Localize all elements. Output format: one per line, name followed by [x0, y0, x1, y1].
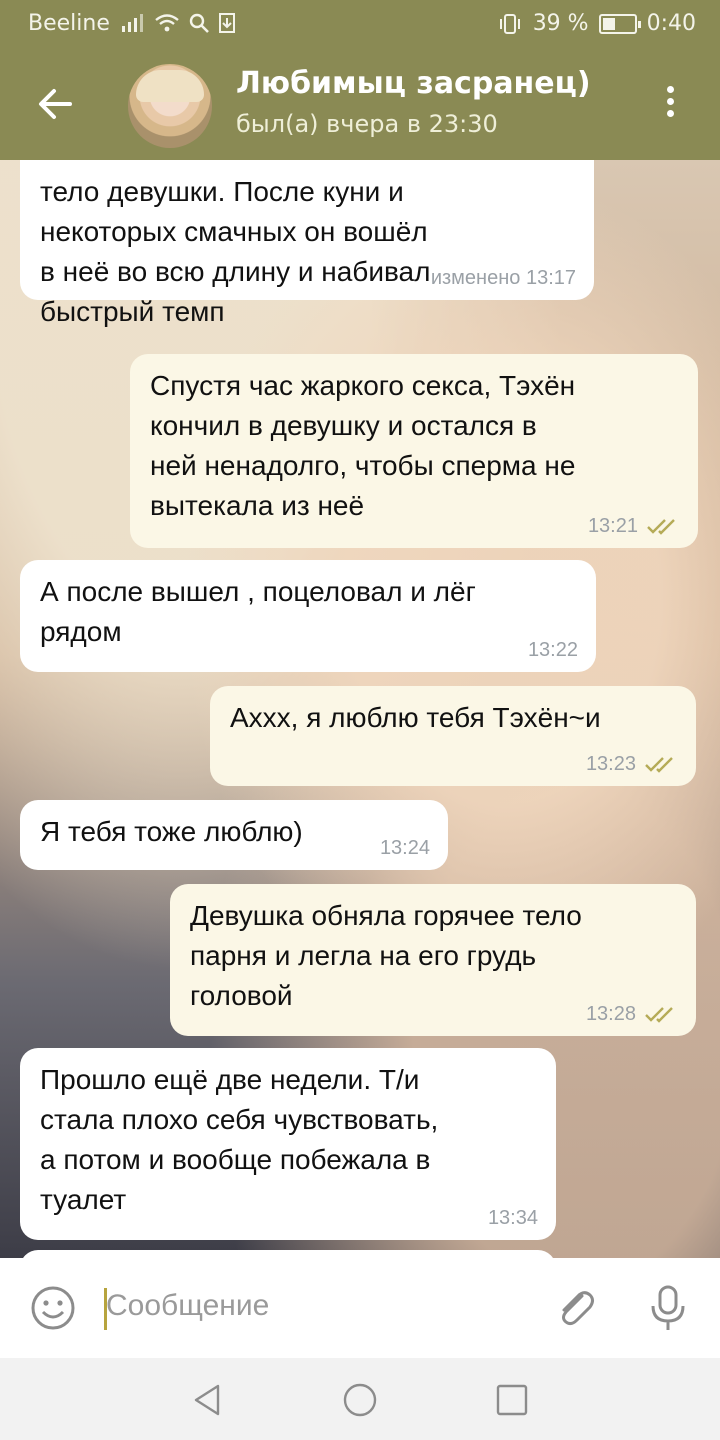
more-vert-icon	[660, 86, 680, 117]
vibrate-icon	[499, 13, 520, 34]
incoming-message[interactable]: Я тебя тоже люблю) 13:24	[20, 800, 448, 870]
message-time: 13:24	[380, 836, 430, 860]
message-text-line: парня и легла на его грудь	[190, 940, 537, 971]
message-timestamp: 13:34	[487, 1207, 538, 1229]
chat-title[interactable]: Любимыц засранец)	[236, 66, 591, 101]
outgoing-message[interactable]: Ахxх, я люблю тебя Тэхён~и 13:23	[210, 686, 696, 786]
message-text-line: ней ненадолго, чтобы сперма не	[150, 450, 576, 481]
message-text-line: Спустя час жаркого секса, Тэхён	[150, 370, 576, 401]
message-input[interactable]: Сообщение	[106, 1289, 269, 1323]
last-seen: был(а) вчера в 23:30	[236, 110, 498, 138]
double-check-icon	[645, 1007, 673, 1023]
search-icon	[189, 13, 209, 33]
outgoing-message[interactable]: Девушка обняла горячее тело парня и легла…	[170, 884, 696, 1036]
message-timestamp: 13:28	[585, 1003, 636, 1025]
microphone-icon[interactable]	[646, 1284, 690, 1332]
message-text-line: а потом и вообще побежала в	[40, 1144, 431, 1175]
nav-home-icon[interactable]	[342, 1382, 378, 1418]
smile-icon[interactable]	[30, 1285, 76, 1331]
message-text-line: туалет	[40, 1184, 127, 1215]
arrow-left-icon	[39, 89, 72, 119]
wifi-icon	[155, 14, 179, 32]
double-check-icon	[647, 519, 675, 535]
message-text-line: Девушка обняла горячее тело	[190, 900, 582, 931]
incoming-message-partial[interactable]	[20, 1250, 556, 1258]
message-text-line: стала плохо себя чувствовать,	[40, 1104, 439, 1135]
message-timestamp: изменено 13:17	[430, 267, 576, 289]
signal-icon	[122, 14, 143, 32]
nav-recents-icon[interactable]	[494, 1382, 530, 1418]
chat-area[interactable]: тело девушки. После куни и некоторых смач…	[0, 160, 720, 1258]
nav-back-icon[interactable]	[190, 1382, 226, 1418]
message-text-line: некоторых смачных он вошёл	[40, 216, 428, 247]
message-timestamp: 13:24	[379, 837, 430, 859]
message-text-line: тело девушки. После куни и	[40, 176, 404, 207]
status-right: 39 % 0:40	[497, 11, 696, 36]
avatar[interactable]	[128, 64, 212, 148]
clock: 0:40	[646, 11, 696, 36]
message-text-line: быстрый темп	[40, 296, 225, 327]
message-time: 13:22	[528, 638, 578, 662]
message-time: 13:34	[488, 1206, 538, 1230]
paperclip-icon[interactable]	[552, 1284, 600, 1332]
message-time: 13:23	[586, 752, 678, 776]
message-timestamp: 13:22	[527, 639, 578, 661]
battery-icon	[598, 13, 641, 34]
message-text-line: Прошло ещё две недели. Т/и	[40, 1064, 420, 1095]
battery-percent: 39 %	[532, 11, 589, 36]
incoming-message[interactable]: Прошло ещё две недели. Т/и стала плохо се…	[20, 1048, 556, 1240]
message-text-line: А после вышел , поцеловал и лёг	[40, 576, 476, 607]
message-timestamp: 13:23	[585, 753, 636, 775]
back-button[interactable]	[34, 82, 78, 126]
message-time: изменено 13:17	[431, 266, 576, 290]
chat-header: Любимыц засранец) был(а) вчера в 23:30	[0, 48, 720, 160]
message-time: 13:21	[588, 514, 680, 538]
system-nav-bar	[0, 1358, 720, 1440]
incoming-message[interactable]: тело девушки. После куни и некоторых смач…	[20, 160, 594, 327]
message-text-line: рядом	[40, 616, 122, 647]
more-options-button[interactable]	[660, 86, 680, 126]
message-text-line: Ахxх, я люблю тебя Тэхён~и	[230, 702, 601, 733]
status-bar: Beeline 39 % 0:40	[0, 0, 720, 48]
carrier-name: Beeline	[28, 11, 110, 36]
message-text-line: кончил в девушку и остался в	[150, 410, 537, 441]
outgoing-message[interactable]: Спустя час жаркого секса, Тэхён кончил в …	[130, 354, 698, 548]
composer: Сообщение	[0, 1258, 720, 1358]
download-icon	[219, 13, 235, 33]
message-text-line: Я тебя тоже люблю)	[40, 816, 303, 847]
incoming-message[interactable]: А после вышел , поцеловал и лёг рядом 13:2…	[20, 560, 596, 672]
message-time: 13:28	[586, 1002, 678, 1026]
double-check-icon	[645, 757, 673, 773]
message-timestamp: 13:21	[587, 515, 638, 537]
status-icons	[120, 12, 236, 34]
